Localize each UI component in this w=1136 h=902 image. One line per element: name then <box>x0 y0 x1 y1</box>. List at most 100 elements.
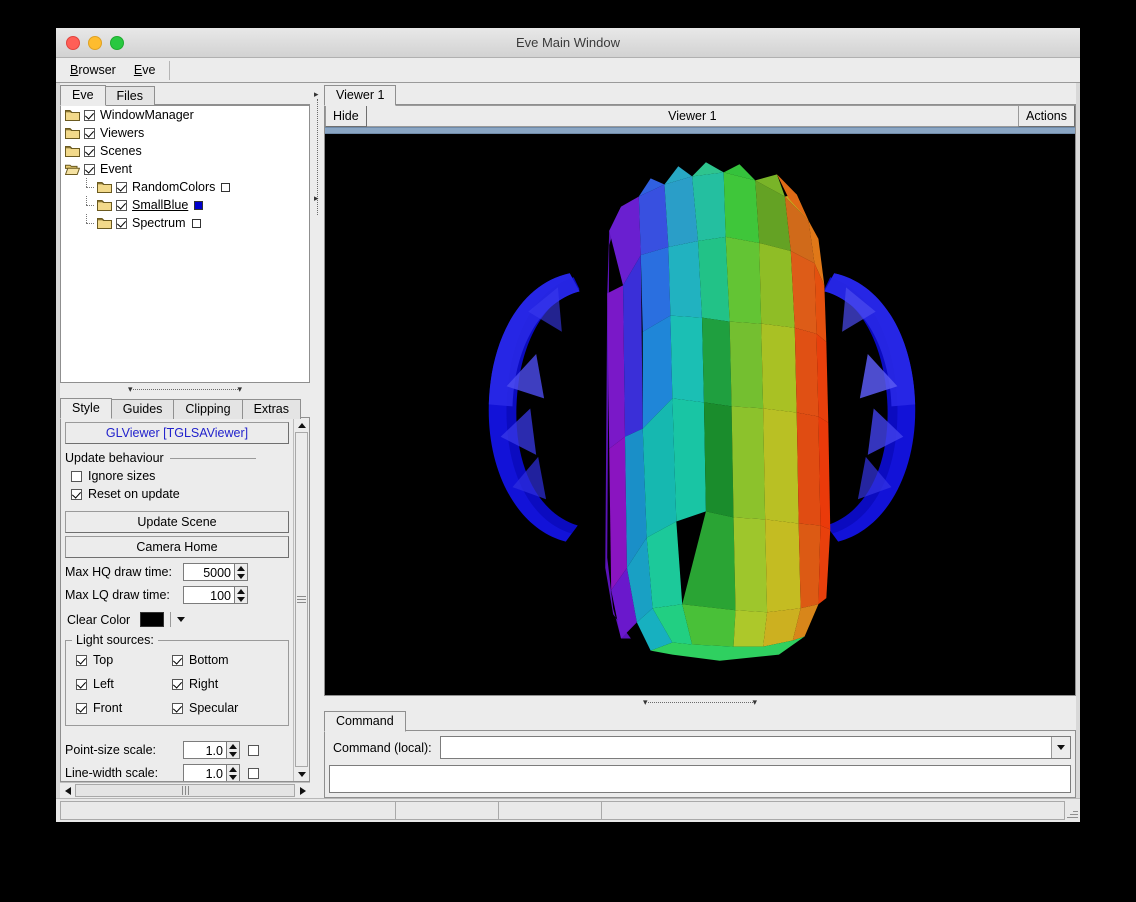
checkbox-point-size-scale[interactable] <box>248 745 259 756</box>
tree-item-label[interactable]: Viewers <box>100 126 144 140</box>
tab-files[interactable]: Files <box>105 86 155 106</box>
checkbox-line-width-scale[interactable] <box>248 768 259 779</box>
glviewer-header-label: GLViewer [TGLSAViewer] <box>106 426 248 440</box>
tree-item-checkbox[interactable] <box>84 146 95 157</box>
stepper-down-icon[interactable] <box>235 572 247 580</box>
scroll-up-icon[interactable] <box>298 418 306 432</box>
update-scene-button[interactable]: Update Scene <box>65 511 289 533</box>
tree-item-scenes[interactable]: Scenes <box>61 142 309 160</box>
checkbox-box <box>76 655 87 666</box>
stepper-up-icon[interactable] <box>235 587 247 595</box>
checkbox-light-right[interactable]: Right <box>172 677 282 691</box>
max-hq-draw-time-input[interactable]: 5000 <box>183 563 235 581</box>
menu-eve[interactable]: Eve <box>125 60 165 80</box>
checkbox-light-specular[interactable]: Specular <box>172 701 282 715</box>
tree-item-checkbox[interactable] <box>84 110 95 121</box>
max-hq-draw-time-stepper[interactable] <box>235 563 248 581</box>
menu-browser[interactable]: Browser <box>61 60 125 80</box>
tree-item-event[interactable]: Event <box>61 160 309 178</box>
scroll-down-icon[interactable] <box>298 767 306 781</box>
camera-home-button[interactable]: Camera Home <box>65 536 289 558</box>
tree-item-label[interactable]: Scenes <box>100 144 142 158</box>
max-lq-draw-time-input[interactable]: 100 <box>183 586 235 604</box>
scrollbar-track[interactable] <box>295 432 308 767</box>
tree-item-checkbox[interactable] <box>84 128 95 139</box>
folder-closed-icon[interactable] <box>65 109 80 121</box>
stepper-up-icon[interactable] <box>227 742 239 750</box>
folder-open-icon[interactable] <box>65 163 80 175</box>
command-combobox[interactable] <box>440 736 1071 759</box>
tree-item-label[interactable]: RandomColors <box>132 180 215 194</box>
tree-item-checkbox[interactable] <box>84 164 95 175</box>
checkbox-light-top[interactable]: Top <box>76 653 168 667</box>
stepper-down-icon[interactable] <box>227 773 239 781</box>
horizontal-splitter[interactable]: ▾ ▾ <box>60 383 310 396</box>
folder-closed-icon[interactable] <box>97 199 112 211</box>
tab-eve[interactable]: Eve <box>60 85 106 106</box>
eve-object-tree[interactable]: WindowManager Viewers Scenes EventRandomCol… <box>60 105 310 383</box>
checkbox-box <box>172 703 183 714</box>
gl-viewport[interactable] <box>325 134 1075 695</box>
hide-button[interactable]: Hide <box>325 105 367 127</box>
chevron-down-icon[interactable] <box>177 617 185 622</box>
tree-item-spectrum[interactable]: Spectrum <box>61 214 309 232</box>
group-rule <box>170 458 256 459</box>
viewer-toolbar: Hide Viewer 1 Actions <box>325 105 1075 127</box>
stepper-up-icon[interactable] <box>227 765 239 773</box>
point-size-scale-stepper[interactable] <box>227 741 240 759</box>
scroll-right-icon[interactable] <box>295 787 310 795</box>
folder-closed-icon[interactable] <box>97 181 112 193</box>
style-panel-area: GLViewer [TGLSAViewer] Update behaviour … <box>60 418 310 782</box>
vertical-splitter[interactable]: ▸ ▸ <box>310 83 324 798</box>
tree-item-checkbox[interactable] <box>116 182 127 193</box>
chevron-down-icon[interactable] <box>1051 737 1070 758</box>
tree-branch-line <box>83 178 97 196</box>
folder-closed-icon[interactable] <box>65 127 80 139</box>
checkbox-ignore-sizes[interactable]: Ignore sizes <box>71 469 289 483</box>
line-width-scale-stepper[interactable] <box>227 764 240 781</box>
resize-grip[interactable] <box>1064 801 1080 820</box>
tab-clipping[interactable]: Clipping <box>173 399 242 419</box>
folder-closed-icon[interactable] <box>97 217 112 229</box>
tree-item-label[interactable]: SmallBlue <box>132 198 188 212</box>
tab-extras[interactable]: Extras <box>242 399 301 419</box>
max-lq-draw-time-stepper[interactable] <box>235 586 248 604</box>
tree-item-viewers[interactable]: Viewers <box>61 124 309 142</box>
tree-item-label[interactable]: WindowManager <box>100 108 194 122</box>
tab-command[interactable]: Command <box>324 711 406 732</box>
tree-item-checkbox[interactable] <box>116 218 127 229</box>
checkbox-light-bottom[interactable]: Bottom <box>172 653 282 667</box>
scrollbar-track[interactable] <box>75 784 295 797</box>
command-output[interactable] <box>329 765 1071 793</box>
scroll-left-icon[interactable] <box>60 787 75 795</box>
actions-button[interactable]: Actions <box>1018 105 1075 127</box>
tree-item-color-swatch[interactable] <box>192 219 201 228</box>
checkbox-light-left[interactable]: Left <box>76 677 168 691</box>
point-size-scale-input[interactable]: 1.0 <box>183 741 227 759</box>
tab-guides[interactable]: Guides <box>111 399 175 419</box>
stepper-up-icon[interactable] <box>235 564 247 572</box>
line-width-scale-input[interactable]: 1.0 <box>183 764 227 781</box>
tree-item-label[interactable]: Event <box>100 162 132 176</box>
command-splitter[interactable]: ▾ ▾ <box>324 696 1076 709</box>
tree-item-randomcolors[interactable]: RandomColors <box>61 178 309 196</box>
tab-viewer-1[interactable]: Viewer 1 <box>324 85 396 106</box>
tree-item-windowmanager[interactable]: WindowManager <box>61 106 309 124</box>
command-input[interactable] <box>441 737 1051 758</box>
tab-style[interactable]: Style <box>60 398 112 419</box>
stepper-down-icon[interactable] <box>235 595 247 603</box>
checkbox-light-front[interactable]: Front <box>76 701 168 715</box>
tree-item-label[interactable]: Spectrum <box>132 216 186 230</box>
checkbox-reset-on-update[interactable]: Reset on update <box>71 487 289 501</box>
main-body: Eve Files WindowManager Viewers Scenes Even… <box>56 83 1080 798</box>
tree-item-smallblue[interactable]: SmallBlue <box>61 196 309 214</box>
clear-color-swatch[interactable] <box>140 612 164 627</box>
tree-item-color-swatch[interactable] <box>221 183 230 192</box>
folder-closed-icon[interactable] <box>65 145 80 157</box>
tree-item-checkbox[interactable] <box>116 200 127 211</box>
style-vertical-scrollbar[interactable] <box>293 418 309 781</box>
tree-item-color-swatch[interactable] <box>194 201 203 210</box>
style-horizontal-scrollbar[interactable] <box>60 782 310 798</box>
stepper-down-icon[interactable] <box>227 750 239 758</box>
right-panel: Viewer 1 Hide Viewer 1 Actions <box>324 83 1076 798</box>
